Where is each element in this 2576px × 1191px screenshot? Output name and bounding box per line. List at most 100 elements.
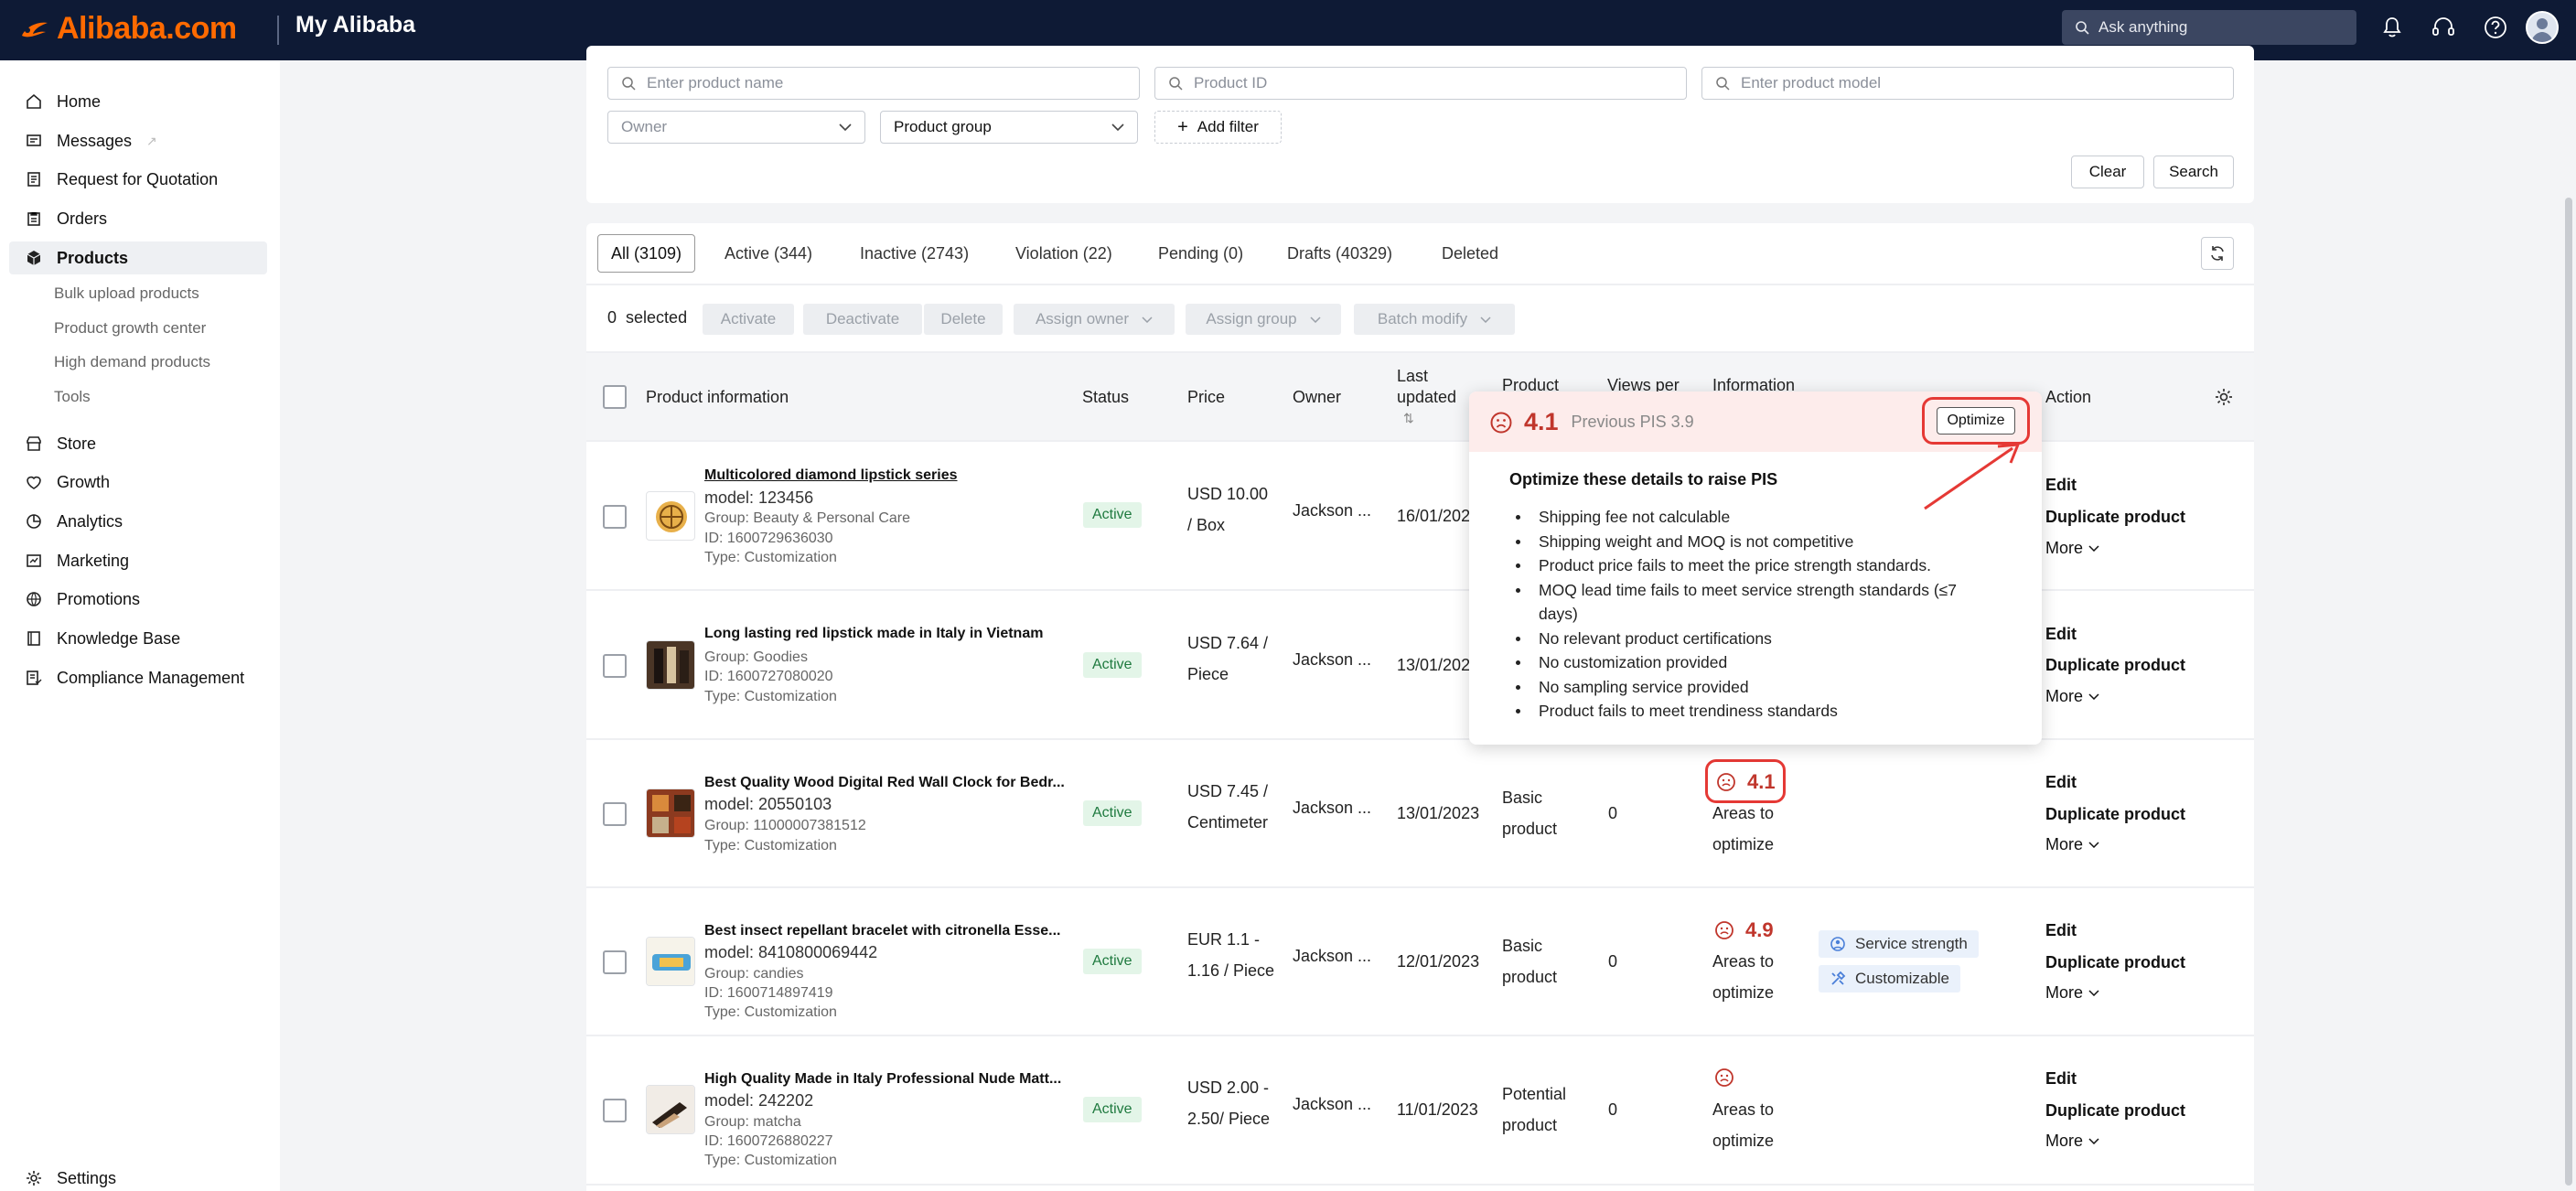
row-checkbox[interactable] bbox=[603, 1099, 627, 1122]
col-owner: Owner bbox=[1293, 388, 1342, 406]
optimization-item: No relevant product certifications bbox=[1504, 627, 2016, 651]
subnav-bulk-upload[interactable]: Bulk upload products bbox=[54, 284, 199, 303]
search-button[interactable]: Search bbox=[2153, 156, 2234, 188]
duplicate-product-link[interactable]: Duplicate product bbox=[2045, 953, 2185, 972]
edit-link[interactable]: Edit bbox=[2045, 921, 2077, 940]
row-checkbox[interactable] bbox=[603, 654, 627, 678]
product-name-link[interactable]: High Quality Made in Italy Professional … bbox=[704, 1071, 1061, 1088]
optimize-button[interactable]: Optimize bbox=[1937, 407, 2015, 435]
subnav-growth-center[interactable]: Product growth center bbox=[54, 319, 206, 338]
bell-icon[interactable] bbox=[2378, 14, 2406, 41]
add-filter-button[interactable]: + Add filter bbox=[1154, 111, 1282, 144]
product-thumbnail[interactable] bbox=[646, 640, 695, 690]
column-settings-icon[interactable] bbox=[2214, 387, 2234, 407]
price-line-2: Centimeter bbox=[1187, 813, 1269, 832]
duplicate-product-link[interactable]: Duplicate product bbox=[2045, 508, 2185, 527]
refresh-button[interactable] bbox=[2201, 237, 2234, 270]
ask-search-input[interactable]: Ask anything bbox=[2062, 10, 2356, 45]
divider bbox=[586, 1184, 2254, 1186]
product-id: ID: 1600714897419 bbox=[704, 985, 833, 1001]
info-line-1: Areas to bbox=[1712, 1100, 1775, 1119]
product-name-link[interactable]: Long lasting red lipstick made in Italy … bbox=[704, 626, 1043, 642]
owner-select[interactable]: Owner bbox=[607, 111, 865, 144]
product-group: Group: Beauty & Personal Care bbox=[704, 510, 911, 526]
edit-link[interactable]: Edit bbox=[2045, 773, 2077, 792]
pis-score[interactable] bbox=[1714, 1068, 1745, 1088]
sidebar-item-store[interactable]: Store bbox=[26, 427, 96, 460]
pis-score[interactable]: 4.1 bbox=[1716, 770, 1776, 794]
product-thumbnail[interactable] bbox=[646, 789, 695, 838]
row-checkbox[interactable] bbox=[603, 505, 627, 529]
alibaba-logo[interactable]: Alibaba.com bbox=[16, 11, 237, 47]
clear-button[interactable]: Clear bbox=[2071, 156, 2144, 188]
optimization-list: Shipping fee not calculable Shipping wei… bbox=[1504, 505, 2016, 724]
info-line-1: Areas to bbox=[1712, 952, 1775, 971]
tab-all[interactable]: All (3109) bbox=[597, 234, 696, 273]
edit-link[interactable]: Edit bbox=[2045, 625, 2077, 644]
batch-modify-button[interactable]: Batch modify bbox=[1354, 304, 1515, 335]
more-menu[interactable]: More bbox=[2045, 539, 2099, 558]
duplicate-product-link[interactable]: Duplicate product bbox=[2045, 1101, 2185, 1121]
subnav-high-demand[interactable]: High demand products bbox=[54, 353, 210, 371]
product-id-input[interactable]: Product ID bbox=[1154, 67, 1687, 100]
tab-drafts[interactable]: Drafts (40329) bbox=[1287, 234, 1392, 273]
row-checkbox[interactable] bbox=[603, 950, 627, 974]
sidebar-item-messages[interactable]: Messages ↗ bbox=[26, 124, 157, 157]
assign-group-button[interactable]: Assign group bbox=[1186, 304, 1341, 335]
sidebar-item-knowledge-base[interactable]: Knowledge Base bbox=[26, 622, 180, 655]
headset-icon[interactable] bbox=[2430, 14, 2457, 41]
tab-active[interactable]: Active (344) bbox=[724, 234, 812, 273]
row-checkbox[interactable] bbox=[603, 802, 627, 826]
edit-link[interactable]: Edit bbox=[2045, 1069, 2077, 1089]
sidebar-item-orders[interactable]: Orders bbox=[26, 202, 107, 235]
more-menu[interactable]: More bbox=[2045, 1132, 2099, 1151]
product-id: ID: 1600729636030 bbox=[704, 531, 833, 546]
product-thumbnail[interactable] bbox=[646, 1085, 695, 1134]
sidebar-item-rfq[interactable]: Request for Quotation bbox=[26, 163, 218, 196]
edit-link[interactable]: Edit bbox=[2045, 476, 2077, 495]
more-menu[interactable]: More bbox=[2045, 835, 2099, 854]
product-group-select[interactable]: Product group bbox=[880, 111, 1138, 144]
help-icon[interactable] bbox=[2482, 14, 2509, 41]
info-line-1: Areas to bbox=[1712, 804, 1775, 822]
product-name-link[interactable]: Multicolored diamond lipstick series bbox=[704, 467, 958, 484]
sidebar-item-compliance[interactable]: Compliance Management bbox=[26, 661, 244, 694]
product-thumbnail[interactable] bbox=[646, 937, 695, 986]
tab-pending[interactable]: Pending (0) bbox=[1158, 234, 1243, 273]
app-title[interactable]: My Alibaba bbox=[295, 12, 415, 38]
sidebar-item-marketing[interactable]: Marketing bbox=[26, 544, 129, 577]
avatar[interactable] bbox=[2526, 11, 2559, 44]
sidebar-item-products[interactable]: Products bbox=[9, 241, 267, 274]
select-all-checkbox[interactable] bbox=[603, 385, 627, 409]
tab-violation[interactable]: Violation (22) bbox=[1015, 234, 1112, 273]
product-name-link[interactable]: Best insect repellant bracelet with citr… bbox=[704, 923, 1060, 939]
duplicate-product-link[interactable]: Duplicate product bbox=[2045, 805, 2185, 824]
sidebar-item-settings[interactable]: Settings bbox=[26, 1162, 116, 1191]
last-updated: 11/01/2023 bbox=[1397, 1100, 1478, 1119]
page-scrollbar[interactable] bbox=[2565, 198, 2572, 1186]
sidebar-item-home[interactable]: Home bbox=[26, 85, 101, 118]
sort-icon[interactable]: ⇅ bbox=[1403, 411, 1414, 426]
delete-button[interactable]: Delete bbox=[924, 304, 1003, 335]
assign-owner-button[interactable]: Assign owner bbox=[1014, 304, 1175, 335]
pis-score[interactable]: 4.9 bbox=[1714, 918, 1774, 942]
tab-deleted[interactable]: Deleted bbox=[1442, 234, 1498, 273]
product-name-input[interactable]: Enter product name bbox=[607, 67, 1140, 100]
product-category-line-1: Potential bbox=[1502, 1085, 1567, 1103]
sidebar-item-promotions[interactable]: Promotions bbox=[26, 583, 140, 616]
activate-button[interactable]: Activate bbox=[703, 304, 794, 335]
box-icon bbox=[26, 250, 42, 266]
product-type: Type: Customization bbox=[704, 1004, 837, 1020]
duplicate-product-link[interactable]: Duplicate product bbox=[2045, 656, 2185, 675]
subnav-tools[interactable]: Tools bbox=[54, 388, 91, 406]
product-model-input[interactable]: Enter product model bbox=[1701, 67, 2234, 100]
more-menu[interactable]: More bbox=[2045, 687, 2099, 706]
sidebar-item-growth[interactable]: Growth bbox=[26, 466, 110, 499]
tab-inactive[interactable]: Inactive (2743) bbox=[860, 234, 969, 273]
deactivate-button[interactable]: Deactivate bbox=[803, 304, 922, 335]
more-menu[interactable]: More bbox=[2045, 983, 2099, 1003]
sidebar-item-analytics[interactable]: Analytics bbox=[26, 505, 123, 538]
assign-owner-label: Assign owner bbox=[1035, 310, 1130, 327]
product-name-link[interactable]: Best Quality Wood Digital Red Wall Clock… bbox=[704, 775, 1065, 791]
product-thumbnail[interactable] bbox=[646, 491, 695, 541]
